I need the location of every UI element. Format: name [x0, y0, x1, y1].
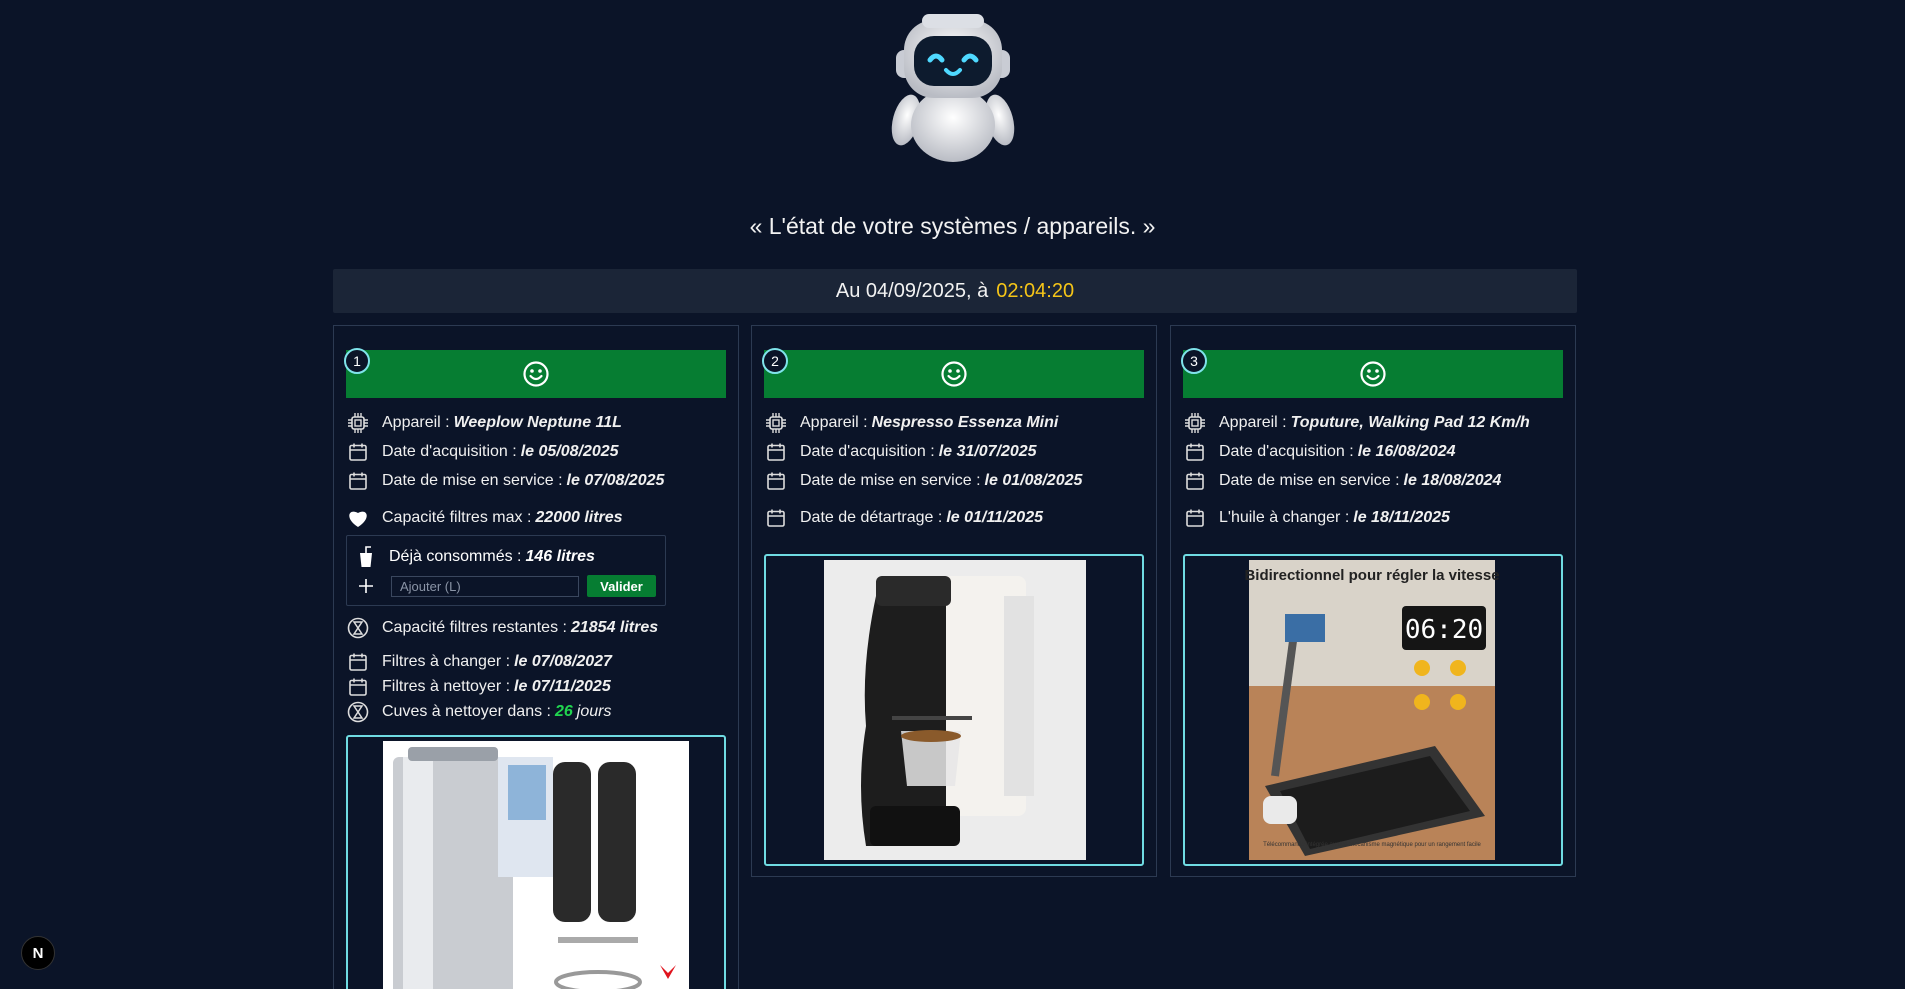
acquisition-date: le 16/08/2024: [1357, 443, 1456, 460]
calendar-icon: [1183, 440, 1207, 464]
smiley-icon: [523, 361, 549, 387]
chip-icon: [346, 411, 370, 435]
card-number: 2: [762, 348, 788, 374]
device-row: Appareil : Toputure, Walking Pad 12 Km/h: [1183, 411, 1530, 435]
capacity-label: Capacité filtres max :: [382, 509, 532, 526]
hourglass-icon: [346, 616, 370, 640]
device-card-2: 2 Appareil : Nespresso Essenza Mini Date …: [751, 325, 1157, 877]
tanks-unit: jours: [576, 703, 612, 720]
tanks-row: Cuves à nettoyer dans : 26 jours: [346, 700, 611, 724]
filter-clean-row: Filtres à nettoyer : le 07/11/2025: [346, 675, 611, 699]
coffee-machine-photo: [764, 554, 1144, 866]
acquisition-label: Date d'acquisition :: [800, 443, 935, 460]
device-name: Toputure, Walking Pad 12 Km/h: [1290, 414, 1530, 431]
status-banner: [764, 350, 1144, 398]
filter-change-label: Filtres à changer :: [382, 653, 511, 670]
smiley-icon: [1360, 361, 1386, 387]
calendar-icon: [764, 506, 788, 530]
device-label: Appareil :: [382, 414, 450, 431]
capacity-row: Capacité filtres max :22000 litres: [346, 506, 623, 530]
descale-label: Date de détartrage :: [800, 509, 943, 526]
oil-label: L'huile à changer :: [1219, 509, 1350, 526]
walking-pad-photo: Bidirectionnel pour régler la vitesse 06…: [1183, 554, 1563, 866]
chip-icon: [764, 411, 788, 435]
consumption-box: Déjà consommés :146 litres Valider: [346, 535, 666, 606]
device-label: Appareil :: [800, 414, 868, 431]
oil-row: L'huile à changer : le 18/11/2025: [1183, 506, 1450, 530]
calendar-icon: [1183, 469, 1207, 493]
acquisition-row: Date d'acquisition : le 16/08/2024: [1183, 440, 1456, 464]
service-row: Date de mise en service : le 01/08/2025: [764, 469, 1082, 493]
device-card-1: 1 Appareil : Weeplow Neptune 11L Date d'a…: [333, 325, 739, 989]
validate-button[interactable]: Valider: [587, 575, 656, 597]
water-filter-photo: [346, 735, 726, 989]
calendar-icon: [346, 469, 370, 493]
service-label: Date de mise en service :: [382, 472, 563, 489]
calendar-icon: [1183, 506, 1207, 530]
consumed-row: Déjà consommés :146 litres: [355, 546, 595, 568]
photo-caption: Télécommande intégrée au dos Mécanisme m…: [1263, 842, 1481, 848]
service-row: Date de mise en service : le 18/08/2024: [1183, 469, 1501, 493]
tanks-label: Cuves à nettoyer dans :: [382, 703, 551, 720]
remaining-value: 21854 litres: [570, 619, 659, 636]
date-time-bar: Au 04/09/2025, à 02:04:20: [333, 269, 1577, 313]
plus-icon: [355, 578, 377, 594]
cup-icon: [355, 546, 377, 568]
robot-mascot: [891, 14, 1015, 162]
device-row: Appareil : Weeplow Neptune 11L: [346, 411, 622, 435]
add-liters-input[interactable]: [391, 575, 579, 597]
service-date: le 07/08/2025: [566, 472, 665, 489]
tanks-days: 26: [554, 703, 573, 720]
device-label: Appareil :: [1219, 414, 1287, 431]
photo-title: Bidirectionnel pour régler la vitesse: [1244, 567, 1499, 584]
hourglass-icon: [346, 700, 370, 724]
chip-icon: [1183, 411, 1207, 435]
status-banner: [346, 350, 726, 398]
filter-clean-date: le 07/11/2025: [514, 678, 611, 695]
nextjs-badge[interactable]: N: [21, 936, 55, 970]
smiley-icon: [941, 361, 967, 387]
oil-date: le 18/11/2025: [1353, 509, 1450, 526]
service-label: Date de mise en service :: [800, 472, 981, 489]
device-name: Weeplow Neptune 11L: [453, 414, 622, 431]
service-label: Date de mise en service :: [1219, 472, 1400, 489]
current-date: Au 04/09/2025, à: [835, 279, 989, 302]
device-row: Appareil : Nespresso Essenza Mini: [764, 411, 1058, 435]
photo-clock: 06:20: [1405, 615, 1483, 645]
card-number: 1: [344, 348, 370, 374]
device-card-3: 3 Appareil : Toputure, Walking Pad 12 Km/…: [1170, 325, 1576, 877]
service-date: le 01/08/2025: [984, 472, 1083, 489]
acquisition-row: Date d'acquisition : le 31/07/2025: [764, 440, 1037, 464]
card-number: 3: [1181, 348, 1207, 374]
capacity-value: 22000 litres: [535, 509, 623, 526]
calendar-icon: [346, 675, 370, 699]
page-title: « L'état de votre systèmes / appareils. …: [749, 213, 1156, 239]
calendar-icon: [764, 440, 788, 464]
add-consumption-row: Valider: [355, 575, 656, 597]
acquisition-date: le 31/07/2025: [938, 443, 1037, 460]
service-date: le 18/08/2024: [1403, 472, 1502, 489]
filter-change-row: Filtres à changer : le 07/08/2027: [346, 650, 612, 674]
current-time: 02:04:20: [996, 279, 1075, 302]
filter-change-date: le 07/08/2027: [514, 653, 612, 670]
calendar-icon: [764, 469, 788, 493]
service-row: Date de mise en service : le 07/08/2025: [346, 469, 664, 493]
consumed-label: Déjà consommés :: [389, 548, 522, 565]
acquisition-row: Date d'acquisition : le 05/08/2025: [346, 440, 619, 464]
remaining-row: Capacité filtres restantes :21854 litres: [346, 616, 658, 640]
descale-date: le 01/11/2025: [946, 509, 1043, 526]
device-name: Nespresso Essenza Mini: [871, 414, 1059, 431]
descale-row: Date de détartrage : le 01/11/2025: [764, 506, 1043, 530]
calendar-icon: [346, 650, 370, 674]
remaining-label: Capacité filtres restantes :: [382, 619, 567, 636]
heart-icon: [346, 506, 370, 530]
acquisition-label: Date d'acquisition :: [1219, 443, 1354, 460]
filter-clean-label: Filtres à nettoyer :: [382, 678, 511, 695]
acquisition-label: Date d'acquisition :: [382, 443, 517, 460]
consumed-value: 146 litres: [525, 548, 595, 565]
status-banner: [1183, 350, 1563, 398]
calendar-icon: [346, 440, 370, 464]
acquisition-date: le 05/08/2025: [520, 443, 619, 460]
